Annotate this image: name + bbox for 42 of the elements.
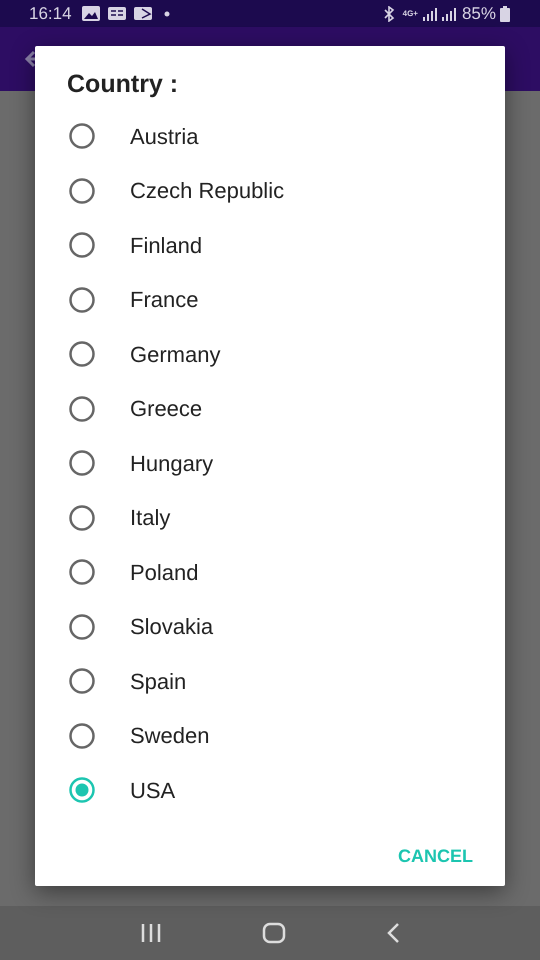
radio-button[interactable]: [68, 504, 96, 532]
radio-button[interactable]: [68, 612, 96, 641]
radio-option[interactable]: Sweden: [35, 708, 505, 763]
home-icon[interactable]: [262, 922, 286, 944]
radio-option[interactable]: France: [35, 272, 505, 327]
radio-option[interactable]: Slovakia: [35, 600, 505, 654]
radio-button[interactable]: [68, 449, 96, 478]
radio-option[interactable]: Spain: [35, 654, 505, 708]
radio-option[interactable]: Czech Republic: [35, 164, 505, 218]
dialog-title: Country :: [66, 69, 180, 100]
battery-icon: [500, 6, 510, 22]
radio-button[interactable]: [68, 394, 96, 423]
battery-percent: 85%: [462, 2, 496, 25]
radio-option[interactable]: Germany: [35, 327, 505, 382]
radio-option[interactable]: Italy: [35, 490, 505, 545]
mail-icon: [134, 7, 152, 20]
recent-apps-icon[interactable]: [140, 922, 162, 944]
radio-button[interactable]: [68, 286, 96, 314]
bluetooth-icon: [382, 6, 395, 22]
network-type: 4G+: [402, 10, 418, 18]
radio-option[interactable]: Austria: [35, 109, 505, 164]
back-arrow-icon[interactable]: [24, 49, 36, 69]
image-icon: [82, 6, 100, 21]
radio-button[interactable]: [68, 176, 96, 205]
card-icon: [108, 7, 126, 20]
radio-option[interactable]: Hungary: [35, 436, 505, 490]
radio-button[interactable]: [68, 776, 96, 804]
radio-button[interactable]: [68, 340, 96, 368]
radio-button[interactable]: [68, 667, 96, 696]
radio-option[interactable]: USA: [35, 763, 505, 818]
radio-option[interactable]: Poland: [35, 545, 505, 600]
radio-button[interactable]: [68, 122, 96, 150]
dot-icon: [164, 10, 170, 16]
radio-option[interactable]: Greece: [35, 382, 505, 436]
back-icon[interactable]: [386, 922, 400, 944]
clock: 16:14: [29, 2, 72, 25]
radio-button[interactable]: [68, 231, 96, 260]
signal-icon: [422, 6, 438, 20]
radio-option[interactable]: Finland: [35, 218, 505, 272]
radio-button[interactable]: [68, 558, 96, 586]
signal-icon: [440, 6, 457, 20]
radio-button[interactable]: [68, 722, 96, 750]
